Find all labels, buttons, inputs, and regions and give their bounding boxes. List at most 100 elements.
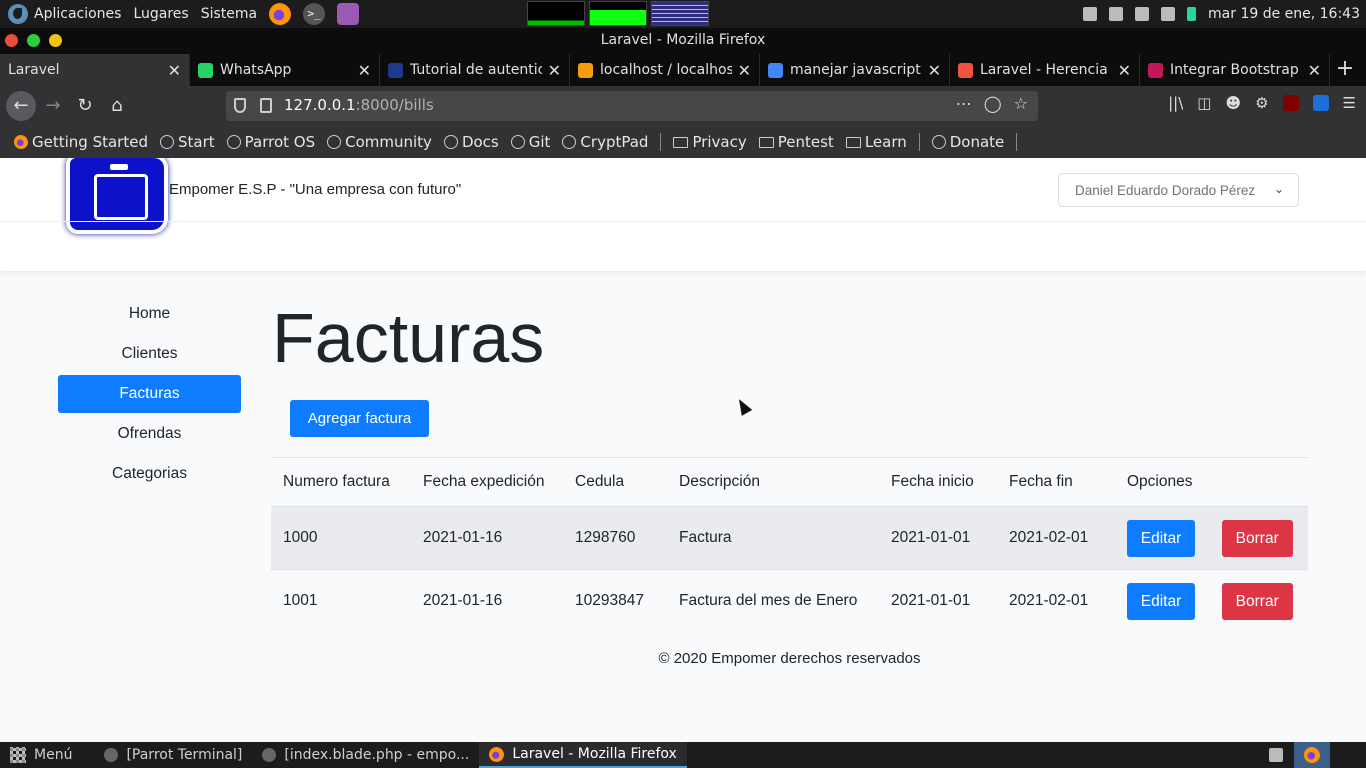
- taskbar-task[interactable]: [index.blade.php - empo...: [252, 742, 479, 768]
- sidebar-toggle-icon[interactable]: ◫: [1197, 94, 1211, 112]
- sidebar-item-ofrendas[interactable]: Ofrendas: [58, 415, 241, 453]
- terminal-launcher-icon[interactable]: >_: [303, 3, 326, 25]
- globe-icon: [159, 135, 174, 149]
- tab-2[interactable]: Tutorial de autentic ✕: [380, 54, 570, 86]
- bookmark-item[interactable]: Learn: [845, 133, 907, 151]
- taskbar-task[interactable]: [Parrot Terminal]: [94, 742, 252, 768]
- tab-5[interactable]: Laravel - Herencia d ✕: [950, 54, 1140, 86]
- table-row: 1000 2021-01-16 1298760 Factura 2021-01-01 20…: [271, 506, 1308, 570]
- text-editor-launcher-icon[interactable]: [337, 3, 360, 25]
- tracking-shield-icon[interactable]: [234, 98, 246, 113]
- system-menu[interactable]: Sistema: [201, 6, 257, 22]
- url-bar[interactable]: 127.0.0.1:8000/bills ⋯ ◯ ☆: [226, 91, 1038, 121]
- bookmark-item[interactable]: Privacy: [673, 133, 747, 151]
- firefox-tray-icon[interactable]: [1294, 742, 1330, 768]
- wifi-icon[interactable]: [1161, 7, 1176, 21]
- cell-delete: Borrar: [1209, 569, 1308, 633]
- close-tab-icon[interactable]: ✕: [168, 61, 181, 80]
- keyboard-tray-icon[interactable]: [1258, 742, 1294, 768]
- empty-workspace[interactable]: [1330, 742, 1366, 768]
- tab-label: manejar javascript y: [790, 62, 922, 78]
- places-menu[interactable]: Lugares: [133, 6, 188, 22]
- user-dropdown[interactable]: Daniel Eduardo Dorado Pérez ⌄: [1058, 173, 1299, 207]
- bookmark-label: Parrot OS: [244, 133, 316, 151]
- bookmark-item[interactable]: Getting Started: [14, 133, 148, 151]
- back-button[interactable]: ←: [6, 91, 36, 121]
- system-menu-label: Sistema: [200, 6, 258, 22]
- bookmark-item[interactable]: Parrot OS: [226, 133, 316, 151]
- sidebar-item-categorias[interactable]: Categorias: [58, 455, 241, 493]
- extension-s-icon[interactable]: [1312, 95, 1329, 111]
- folder-icon: [845, 136, 861, 148]
- volume-icon[interactable]: [1135, 7, 1150, 21]
- clock[interactable]: mar 19 de ene, 16:43: [1208, 6, 1360, 22]
- close-tab-icon[interactable]: ✕: [928, 61, 941, 80]
- sidebar-item-facturas[interactable]: Facturas: [58, 375, 241, 413]
- bookmark-item[interactable]: CryptPad: [562, 133, 648, 151]
- close-tab-icon[interactable]: ✕: [1118, 61, 1131, 80]
- firefox-launcher-icon[interactable]: [269, 3, 292, 25]
- globe-icon: [443, 135, 458, 149]
- bookmark-item[interactable]: Start: [159, 133, 215, 151]
- app-header: Empomer E.S.P - "Una empresa con futuro"…: [0, 158, 1366, 271]
- column-header: Opciones: [1115, 457, 1308, 507]
- close-tab-icon[interactable]: ✕: [1308, 61, 1321, 80]
- web-page: Empomer E.S.P - "Una empresa con futuro"…: [0, 158, 1366, 742]
- page-actions-icon[interactable]: ⋯: [956, 94, 972, 113]
- tab-4[interactable]: manejar javascript y ✕: [760, 54, 950, 86]
- cell-cedula: 10293847: [563, 569, 667, 633]
- edit-button[interactable]: Editar: [1127, 582, 1195, 620]
- delete-button[interactable]: Borrar: [1221, 519, 1293, 557]
- hamburger-menu-icon[interactable]: ☰: [1343, 94, 1356, 112]
- close-tab-icon[interactable]: ✕: [738, 61, 751, 80]
- applications-menu[interactable]: Aplicaciones: [8, 4, 121, 24]
- taskbar-task-label: Laravel - Mozilla Firefox: [512, 746, 677, 762]
- pocket-icon[interactable]: ◯: [984, 94, 1002, 113]
- delete-button[interactable]: Borrar: [1221, 582, 1293, 620]
- taskbar-task[interactable]: Laravel - Mozilla Firefox: [479, 742, 687, 768]
- library-icon[interactable]: ||\: [1168, 94, 1183, 112]
- bookmark-item[interactable]: Git: [510, 133, 550, 151]
- sidebar-item-home[interactable]: Home: [58, 295, 241, 333]
- tab-1[interactable]: WhatsApp ✕: [190, 54, 380, 86]
- sidebar-nav: Home Clientes Facturas Ofrendas Categorias: [58, 295, 241, 495]
- tab-label: Integrar Bootstrap c: [1170, 62, 1302, 78]
- taskbar-task-label: [index.blade.php - empo...: [284, 747, 470, 763]
- bookmark-item[interactable]: Pentest: [758, 133, 834, 151]
- folder-icon: [673, 136, 689, 148]
- tab-3[interactable]: localhost / localhost ✕: [570, 54, 760, 86]
- url-path: :8000/bills: [355, 96, 434, 114]
- tab-0[interactable]: Laravel ✕: [0, 54, 190, 86]
- close-tab-icon[interactable]: ✕: [548, 61, 561, 80]
- cell-fecha_exp: 2021-01-16: [411, 569, 563, 633]
- bookmark-item[interactable]: Donate: [931, 133, 1004, 151]
- new-tab-button[interactable]: +: [1330, 54, 1360, 86]
- forward-button[interactable]: →: [40, 93, 66, 119]
- sidebar-item-clientes[interactable]: Clientes: [58, 335, 241, 373]
- globe-icon: [931, 135, 946, 149]
- edit-button[interactable]: Editar: [1127, 519, 1195, 557]
- menu-grid-icon: [10, 747, 26, 763]
- bills-table: Numero factura Fecha expedición Cedula Desc…: [271, 457, 1308, 633]
- ublock-icon[interactable]: [1282, 95, 1299, 111]
- page-info-icon[interactable]: [260, 98, 272, 113]
- bookmark-label: Community: [345, 133, 432, 151]
- keyboard-icon[interactable]: [1109, 7, 1124, 21]
- account-icon[interactable]: ☻: [1225, 94, 1241, 112]
- firefox-icon: [489, 746, 505, 762]
- start-menu-button[interactable]: Menú: [0, 742, 82, 768]
- home-button[interactable]: ⌂: [104, 93, 130, 119]
- add-bill-button[interactable]: Agregar factura: [290, 400, 429, 437]
- company-logo[interactable]: [70, 158, 164, 230]
- bookmark-item[interactable]: Docs: [443, 133, 499, 151]
- tab-6[interactable]: Integrar Bootstrap c ✕: [1140, 54, 1330, 86]
- close-tab-icon[interactable]: ✕: [358, 61, 371, 80]
- brand-name[interactable]: Empomer E.S.P - "Una empresa con futuro": [169, 181, 461, 198]
- bookmark-item[interactable]: Community: [327, 133, 432, 151]
- extension-icon[interactable]: ⚙: [1255, 94, 1268, 112]
- bookmark-star-icon[interactable]: ☆: [1014, 94, 1028, 113]
- reload-button[interactable]: ↻: [72, 93, 98, 119]
- battery-icon[interactable]: [1187, 7, 1197, 21]
- bluetooth-icon[interactable]: [1083, 7, 1098, 21]
- column-header: Numero factura: [271, 457, 411, 507]
